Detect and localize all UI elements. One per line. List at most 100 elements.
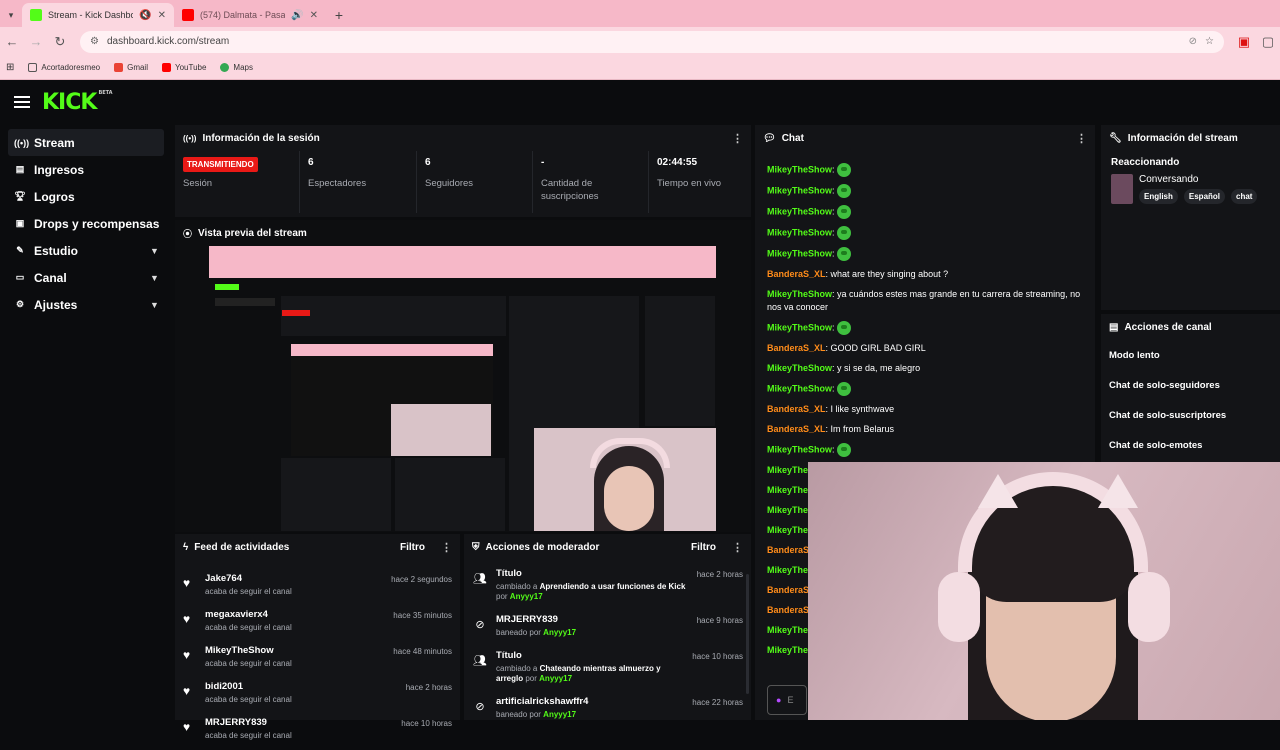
chat-username[interactable]: MikeyThe	[767, 645, 808, 655]
bookmark-item[interactable]: YouTube	[161, 63, 206, 72]
mod-item-prefix: cambiado a	[496, 664, 538, 673]
stream-preview-video[interactable]	[209, 246, 716, 531]
chat-header: 💬︎ Chat ⋮	[755, 125, 1095, 151]
chat-username[interactable]: MikeyTheShow	[767, 248, 832, 258]
close-tab-icon[interactable]: ✕	[158, 10, 166, 21]
tab-search-button[interactable]: ▾	[0, 3, 22, 27]
bookmark-item[interactable]: Acortadoresmeo	[28, 63, 100, 72]
forward-icon[interactable]: →	[24, 30, 48, 54]
chat-username[interactable]: MikeyThe	[767, 565, 808, 575]
sidebar-item-drops[interactable]: ▣ Drops y recompensas	[8, 210, 164, 237]
sidebar-item-canal[interactable]: ▭ Canal ▼	[8, 264, 164, 291]
chat-username[interactable]: MikeyTheShow	[767, 206, 832, 216]
browser-tab-active[interactable]: Stream - Kick Dashboard 🔇 ✕	[22, 3, 174, 27]
panel-title: Acciones de canal	[1124, 321, 1212, 333]
chat-username[interactable]: MikeyTheShow	[767, 164, 832, 174]
back-icon[interactable]: ←	[0, 30, 24, 54]
tracking-off-icon[interactable]: ⊘	[1189, 36, 1197, 47]
subscribers-only-action[interactable]: Chat de solo-suscriptores	[1101, 400, 1280, 430]
stream-category[interactable]: Conversando	[1139, 174, 1257, 185]
emote-icon	[837, 205, 852, 219]
chat-username[interactable]: MikeyTheShow	[767, 444, 832, 454]
sidebar-item-stream[interactable]: ((•)) Stream	[8, 129, 164, 156]
chat-username[interactable]: MikeyThe	[767, 485, 808, 495]
sidebar-item-ingresos[interactable]: ▤ Ingresos	[8, 156, 164, 183]
ban-icon: ⊘	[475, 701, 485, 713]
reload-icon[interactable]: ↻	[48, 30, 72, 54]
close-tab-icon[interactable]: ✕	[310, 10, 318, 21]
chat-username[interactable]: MikeyTheShow	[767, 363, 832, 373]
kick-logo[interactable]: KICK BETA	[42, 90, 113, 115]
new-tab-button[interactable]: +	[326, 3, 352, 27]
mod-item-user[interactable]: Anyyy17	[543, 628, 576, 637]
preview-live-badge	[282, 310, 310, 316]
activity-user[interactable]: bidi2001	[205, 681, 398, 692]
extensions-menu-icon[interactable]: ▢	[1256, 30, 1280, 54]
chat-text: GOOD GIRL BAD GIRL	[830, 343, 926, 353]
chat-username[interactable]: BanderaS_XL	[767, 269, 826, 279]
browser-tab-youtube[interactable]: (574) Dalmata - Pasarela | V 🔊 ✕	[174, 3, 326, 27]
slow-mode-action[interactable]: Modo lento	[1101, 340, 1280, 370]
chat-username[interactable]: BanderaS	[767, 605, 809, 615]
filter-button[interactable]: Filtro	[400, 542, 425, 553]
scrollbar[interactable]	[746, 574, 749, 694]
sidebar-item-ajustes[interactable]: ⚙ Ajustes ▼	[8, 291, 164, 318]
more-options-icon[interactable]: ⋮	[1076, 132, 1087, 145]
chat-username[interactable]: MikeyTheShow	[767, 185, 832, 195]
chat-username[interactable]: MikeyThe	[767, 465, 808, 475]
emotes-only-action[interactable]: Chat de solo-emotes	[1101, 430, 1280, 460]
tag-pill[interactable]: Español	[1183, 189, 1226, 204]
chat-username[interactable]: MikeyThe	[767, 525, 808, 535]
tag-pill[interactable]: English	[1139, 189, 1178, 204]
site-info-icon[interactable]: ⚙	[90, 36, 99, 47]
activity-user[interactable]: Jake764	[205, 573, 383, 584]
bookmark-star-icon[interactable]: ☆	[1205, 36, 1214, 47]
mute-tab-icon[interactable]: 🔇	[139, 10, 151, 21]
mod-item-user[interactable]: Anyyy17	[510, 592, 543, 601]
bookmark-item[interactable]: Gmail	[114, 63, 148, 72]
wrench-icon: 🔧︎	[1109, 132, 1122, 144]
chat-username[interactable]: BanderaS_XL	[767, 424, 826, 434]
more-options-icon[interactable]: ⋮	[732, 541, 743, 554]
stat-viewers: 6 Espectadores	[299, 151, 416, 213]
more-options-icon[interactable]: ⋮	[732, 132, 743, 145]
sidebar-item-label: Stream	[34, 135, 75, 150]
mod-item-user[interactable]: Anyyy17	[543, 710, 576, 719]
filter-button[interactable]: Filtro	[691, 542, 716, 553]
activity-user[interactable]: MRJERRY839	[205, 717, 393, 728]
chat-username[interactable]: MikeyThe	[767, 505, 808, 515]
mod-item-user[interactable]: Anyyy17	[539, 674, 572, 683]
chat-username[interactable]: MikeyTheShow	[767, 383, 832, 393]
chat-username[interactable]: MikeyTheShow	[767, 289, 832, 299]
chat-username[interactable]: BanderaS_XL	[767, 404, 826, 414]
sidebar-item-logros[interactable]: 🏆︎ Logros	[8, 183, 164, 210]
activity-item: ♥ Jake764 acaba de seguir el canal hace 2…	[175, 570, 460, 606]
activity-user[interactable]: MikeyTheShow	[205, 645, 385, 656]
chat-username[interactable]: MikeyThe	[767, 625, 808, 635]
menu-icon[interactable]	[14, 96, 30, 108]
chat-username[interactable]: MikeyTheShow	[767, 322, 832, 332]
chat-username[interactable]: BanderaS	[767, 585, 809, 595]
apps-grid-icon[interactable]: ⊞	[6, 62, 14, 73]
chat-username[interactable]: BanderaS	[767, 545, 809, 555]
activity-user[interactable]: megaxavierx4	[205, 609, 385, 620]
extension-icon[interactable]: ▣	[1232, 30, 1256, 54]
chat-message: BanderaS_XL: Im from Belarus	[755, 423, 1095, 436]
bookmark-item[interactable]: Maps	[220, 63, 253, 72]
chat-text: Im from Belarus	[830, 424, 895, 434]
sidebar-item-label: Logros	[34, 189, 75, 204]
audio-tab-icon[interactable]: 🔊	[291, 10, 303, 21]
emote-icon	[837, 184, 852, 198]
more-options-icon[interactable]: ⋮	[441, 541, 452, 554]
chat-username[interactable]: BanderaS_XL	[767, 343, 826, 353]
address-bar[interactable]: ⚙ dashboard.kick.com/stream ⊘ ☆	[80, 30, 1224, 53]
mod-item-by: por	[496, 592, 508, 601]
followers-only-action[interactable]: Chat de solo-seguidores	[1101, 370, 1280, 400]
tag-pill[interactable]: chat	[1231, 189, 1258, 204]
emote-picker-icon[interactable]: ●	[776, 695, 781, 705]
sidebar-item-estudio[interactable]: ✎ Estudio ▼	[8, 237, 164, 264]
revenue-icon: ▤	[15, 164, 25, 174]
chat-username[interactable]: MikeyTheShow	[767, 227, 832, 237]
chat-input[interactable]: ● E	[767, 685, 807, 715]
stat-label: Tiempo en vivo	[657, 178, 722, 189]
